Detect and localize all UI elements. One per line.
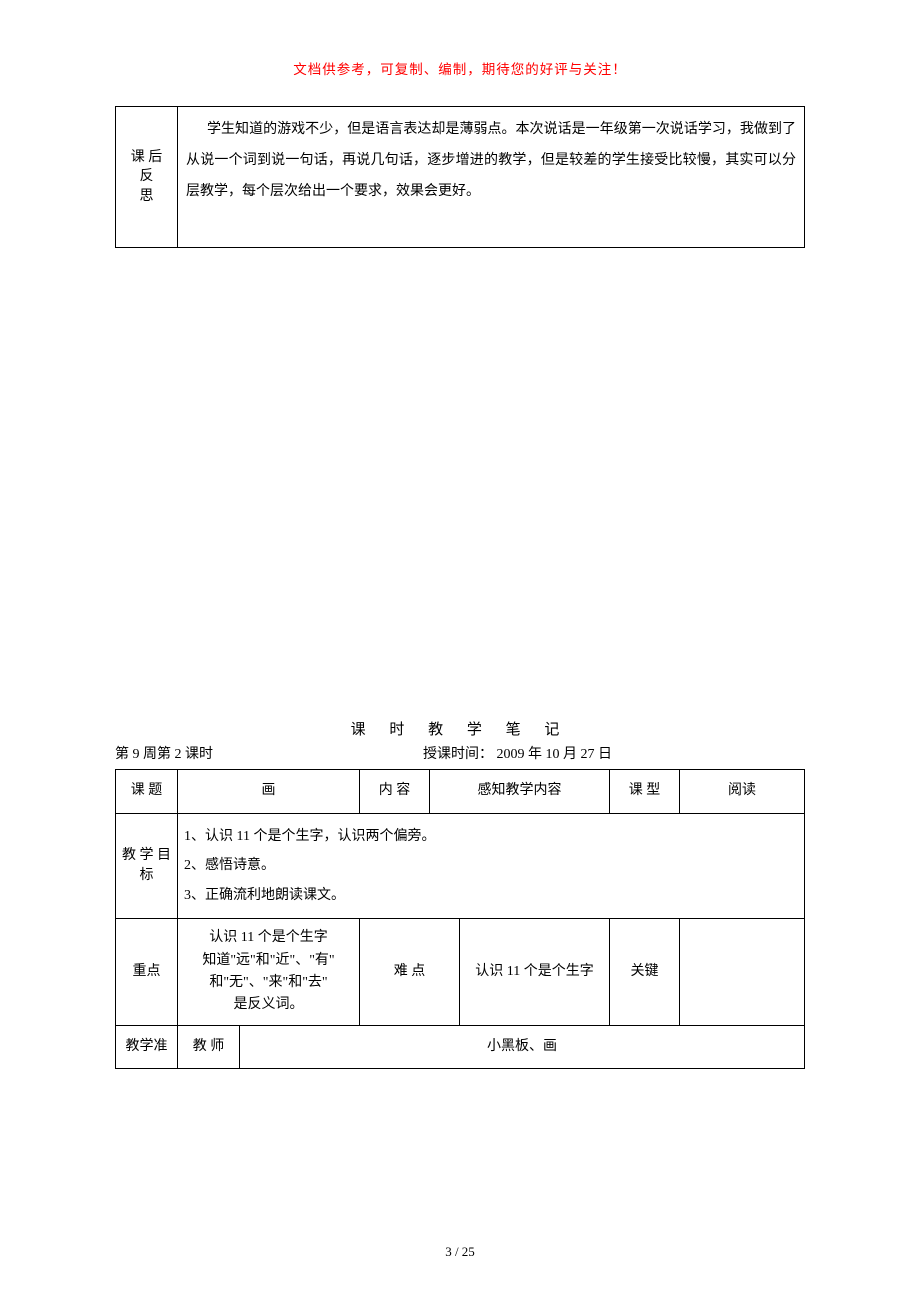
week-period: 第 9 周第 2 课时 [115,743,213,763]
topic-value: 画 [178,770,360,814]
label-line2: 思 [140,189,154,204]
kp-line4: 是反义词。 [184,994,353,1016]
goal-item-2: 2、感悟诗意。 [184,851,798,880]
table-row: 教 学 目 标 1、认识 11 个是个生字，认识两个偏旁。 2、感悟诗意。 3、… [116,813,805,918]
type-value: 阅读 [680,770,805,814]
document-page: 文档供参考，可复制、编制，期待您的好评与关注！ 课 后 反 思 学生知道的游戏不… [0,0,920,1302]
kp-line3: 和"无"、"来"和"去" [184,972,353,994]
reflection-row-label: 课 后 反 思 [116,107,178,248]
difficulty-value: 认识 11 个是个生字 [460,919,610,1026]
kp-line1: 认识 11 个是个生字 [184,927,353,949]
goals-label-l1: 教 学 目 [122,848,171,863]
prep-label: 教学准 [116,1025,178,1069]
kp-line2: 知道"远"和"近"、"有" [184,950,353,972]
goal-item-1: 1、认识 11 个是个生字，认识两个偏旁。 [184,822,798,851]
page-number: 3 / 25 [0,1244,920,1260]
keypoint-value: 认识 11 个是个生字 知道"远"和"近"、"有" 和"无"、"来"和"去" 是… [178,919,360,1026]
type-label: 课 型 [610,770,680,814]
lesson-table: 课 题 画 内 容 感知教学内容 课 型 阅读 教 学 目 标 1、认识 11 … [115,769,805,1069]
reflection-text: 学生知道的游戏不少，但是语言表达却是薄弱点。本次说话是一年级第一次说话学习，我做… [178,107,805,248]
section-title: 课 时 教 学 笔 记 [115,718,805,739]
label-line1: 课 后 反 [131,150,163,185]
teacher-label: 教 师 [178,1025,240,1069]
content-value: 感知教学内容 [430,770,610,814]
goals-cell: 1、认识 11 个是个生字，认识两个偏旁。 2、感悟诗意。 3、正确流利地朗读课… [178,813,805,918]
teach-time-label: 授课时间： [423,747,493,762]
meta-row: 第 9 周第 2 课时 授课时间： 2009 年 10 月 27 日 [115,743,805,763]
reflection-table: 课 后 反 思 学生知道的游戏不少，但是语言表达却是薄弱点。本次说话是一年级第一… [115,106,805,248]
goals-label-l2: 标 [140,868,154,883]
teach-time-value: 2009 年 10 月 27 日 [493,747,612,762]
topic-label: 课 题 [116,770,178,814]
goal-item-3: 3、正确流利地朗读课文。 [184,881,798,910]
keypoint-label: 重点 [116,919,178,1026]
table-row: 重点 认识 11 个是个生字 知道"远"和"近"、"有" 和"无"、"来"和"去… [116,919,805,1026]
content-label: 内 容 [360,770,430,814]
teacher-value: 小黑板、画 [240,1025,805,1069]
table-row: 课 后 反 思 学生知道的游戏不少，但是语言表达却是薄弱点。本次说话是一年级第一… [116,107,805,248]
goals-label: 教 学 目 标 [116,813,178,918]
header-note: 文档供参考，可复制、编制，期待您的好评与关注！ [115,58,805,78]
teach-time: 授课时间： 2009 年 10 月 27 日 [423,743,612,763]
table-row: 课 题 画 内 容 感知教学内容 课 型 阅读 [116,770,805,814]
key-value [680,919,805,1026]
table-row: 教学准 教 师 小黑板、画 [116,1025,805,1069]
difficulty-label: 难 点 [360,919,460,1026]
key-label: 关键 [610,919,680,1026]
